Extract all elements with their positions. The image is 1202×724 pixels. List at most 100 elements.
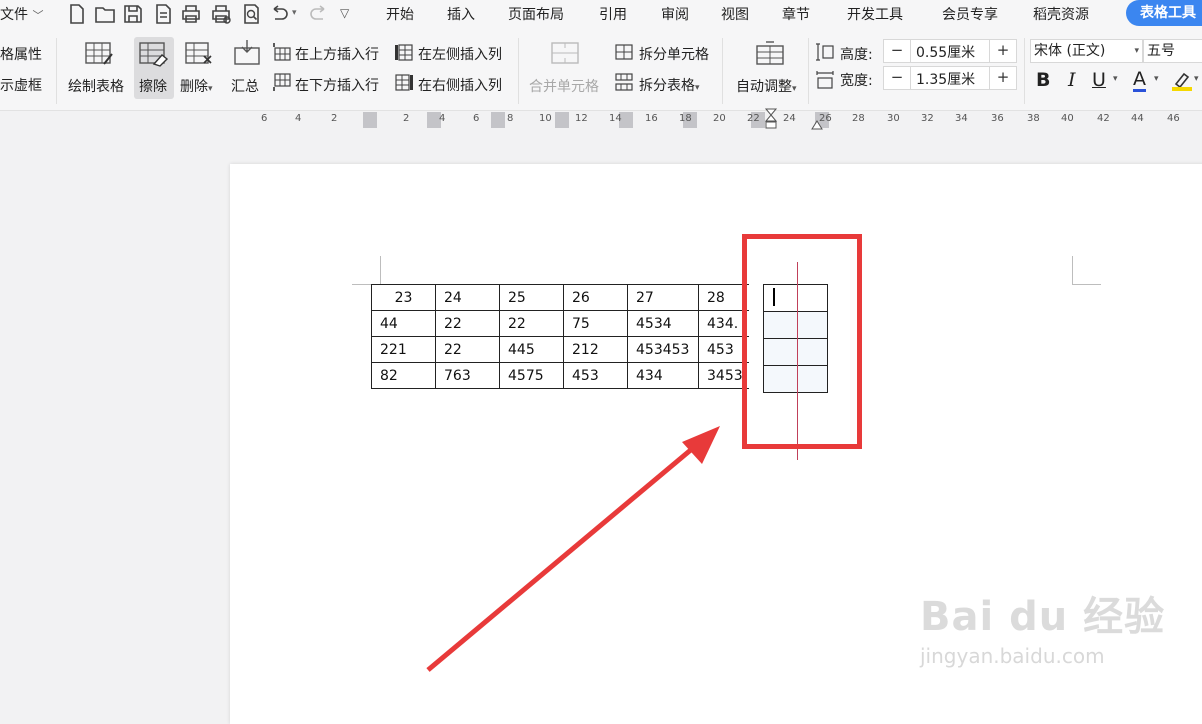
tab-developer[interactable]: 开发工具 [847,4,903,24]
redo-icon[interactable] [308,3,330,25]
split-cells-button[interactable]: 拆分单元格 [639,44,709,64]
table-cell[interactable]: 22 [435,310,500,337]
underline-label: U [1092,69,1106,91]
ruler-column-marker[interactable] [491,112,505,128]
ruler-tick-label: 10 [539,113,552,124]
font-color-button[interactable]: A [1133,69,1146,92]
divider [518,38,519,104]
table-cell[interactable]: 82 [371,362,436,389]
table-cell[interactable]: 27 [627,284,699,311]
quick-access-more-icon[interactable]: ▽ [340,6,362,28]
delete-button[interactable]: 删除▾ [180,76,213,96]
tab-docer-resources[interactable]: 稻壳资源 [1033,4,1089,24]
insert-column-right-button[interactable]: 在右侧插入列 [418,75,502,95]
table-properties-button[interactable]: 格属性 [0,44,42,64]
cell-text: 221 [380,341,407,358]
insert-row-below-button[interactable]: 在下方插入行 [295,75,379,95]
undo-dropdown-icon[interactable]: ▾ [292,8,302,30]
tab-view[interactable]: 视图 [721,4,749,24]
table-cell[interactable]: 24 [435,284,500,311]
increase-height-button[interactable]: + [989,40,1016,62]
right-indent-marker-icon[interactable] [811,118,823,134]
export-pdf-icon[interactable] [152,3,174,25]
column-width-stepper[interactable]: − 1.35厘米 + [883,66,1017,90]
dropdown-arrow-icon[interactable]: ▾ [1113,74,1118,84]
open-folder-icon[interactable] [94,3,116,25]
table-cell[interactable]: 445 [499,336,564,363]
draw-table-button[interactable]: 绘制表格 [68,76,124,96]
table-cell[interactable]: 453 [563,362,628,389]
column-width-value[interactable]: 1.35厘米 [916,69,975,89]
row-height-stepper[interactable]: − 0.55厘米 + [883,39,1017,63]
tab-insert[interactable]: 插入 [447,4,475,24]
insert-column-left-button[interactable]: 在左侧插入列 [418,44,502,64]
ruler-column-marker[interactable] [363,112,377,128]
insert-row-above-button[interactable]: 在上方插入行 [295,44,379,64]
highlight-color-icon[interactable] [1170,68,1194,96]
italic-button[interactable]: I [1068,69,1076,91]
increase-width-button[interactable]: + [989,67,1016,89]
split-table-icon [614,72,634,96]
ruler-tick-label: 40 [1061,113,1074,124]
auto-fit-button[interactable]: 自动调整▾ [736,76,797,96]
table-cell[interactable]: 453 [698,336,749,363]
font-name-select[interactable]: 宋体 (正文) ▾ [1030,39,1143,63]
table-cell[interactable]: 44 [371,310,436,337]
font-size-select[interactable]: 五号 [1143,39,1202,63]
table-row: 23 24 25 26 27 28 [371,284,749,311]
table-row: 44 22 22 75 4534 434. [371,310,749,337]
table-cell[interactable]: 434 [627,362,699,389]
table-cell[interactable]: 4534 [627,310,699,337]
page-margin-mark [352,256,381,285]
tab-references[interactable]: 引用 [599,4,627,24]
table-cell[interactable]: 23 [371,284,436,311]
cell-text: 453 [707,341,734,358]
find-icon[interactable] [240,3,262,25]
decrease-width-button[interactable]: − [884,67,911,89]
merge-cells-button[interactable]: 合并单元格 [529,76,599,96]
horizontal-ruler[interactable]: 6 4 2 2 4 6 8 10 12 14 16 18 20 22 24 26… [255,108,1202,130]
tab-table-tools[interactable]: 表格工具 [1126,0,1202,26]
table-cell[interactable]: 22 [435,336,500,363]
decrease-height-button[interactable]: − [884,40,911,62]
new-document-icon[interactable] [66,3,88,25]
tab-home[interactable]: 开始 [386,4,414,24]
table-cell[interactable]: 221 [371,336,436,363]
erase-button[interactable]: 擦除 [139,76,167,96]
table-cell[interactable]: 28 [698,284,749,311]
dropdown-arrow-icon[interactable]: ▾ [1194,74,1199,84]
ruler-column-marker[interactable] [555,112,569,128]
bold-button[interactable]: B [1036,69,1050,91]
print-preview-icon[interactable] [210,3,232,25]
indent-marker-icon[interactable] [764,108,778,134]
table-cell[interactable]: 453453 [627,336,699,363]
data-table[interactable]: 23 24 25 26 27 28 44 22 22 75 4534 434. … [371,284,749,389]
file-menu[interactable]: 文件 ﹀ [0,4,43,24]
tab-page-layout[interactable]: 页面布局 [508,4,564,24]
cell-text: 4534 [636,315,672,332]
tab-member[interactable]: 会员专享 [942,4,998,24]
dropdown-arrow-icon: ▾ [208,84,213,94]
table-cell[interactable]: 212 [563,336,628,363]
ruler-tick-label: 16 [645,113,658,124]
table-cell[interactable]: 22 [499,310,564,337]
split-table-button[interactable]: 拆分表格▾ [639,75,700,95]
table-cell[interactable]: 75 [563,310,628,337]
delete-label: 删除 [180,79,208,95]
underline-button[interactable]: U [1092,69,1106,91]
save-icon[interactable] [122,3,144,25]
row-height-value[interactable]: 0.55厘米 [916,42,975,62]
table-cell[interactable]: 25 [499,284,564,311]
table-cell[interactable]: 26 [563,284,628,311]
table-cell[interactable]: 3453 [698,362,749,389]
dropdown-arrow-icon[interactable]: ▾ [1154,74,1159,84]
tab-chapter[interactable]: 章节 [782,4,810,24]
table-cell[interactable]: 4575 [499,362,564,389]
summary-button[interactable]: 汇总 [231,76,259,96]
undo-icon[interactable] [268,3,290,25]
print-icon[interactable] [180,3,202,25]
table-cell[interactable]: 434. [698,310,749,337]
show-gridlines-button[interactable]: 示虚框 [0,75,42,95]
tab-review[interactable]: 审阅 [661,4,689,24]
table-cell[interactable]: 763 [435,362,500,389]
